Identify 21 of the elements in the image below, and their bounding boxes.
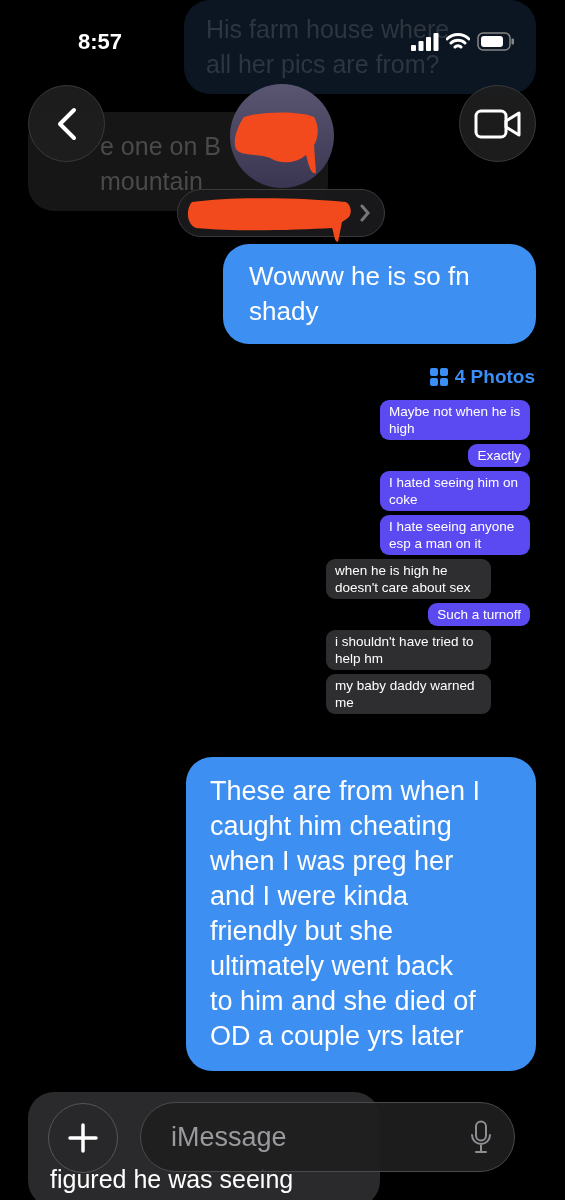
message-bubble: Exactly	[468, 444, 530, 467]
photos-link[interactable]: 4 Photos	[454, 366, 535, 388]
message-bubble: Wowww he is so fn shady	[223, 244, 536, 344]
message-input-field[interactable]: iMessage	[140, 1102, 515, 1172]
message-bubble: my baby daddy warned me	[326, 674, 491, 714]
message-bubble: These are from when I caught him cheating when I was preg her and I were kinda friendly but she ultimately went back to him and she died of OD a couple yrs later	[186, 757, 536, 1071]
grid-icon	[429, 368, 448, 386]
back-icon	[55, 106, 78, 141]
message-bubble: Such a turnoff	[428, 603, 530, 626]
video-camera-icon	[473, 108, 522, 139]
message-bubble: I hated seeing him on coke	[380, 471, 530, 511]
chevron-right-icon	[360, 204, 370, 222]
plus-icon	[68, 1123, 98, 1153]
microphone-icon[interactable]	[470, 1120, 492, 1154]
message-bubble: i shouldn't have tried to help hm	[326, 630, 491, 670]
message-bubble: I hate seeing anyone esp a man on it	[380, 515, 530, 555]
message-bubble: when he is high he doesn't care about sex	[326, 559, 491, 599]
message-bubble: Maybe not when he is high	[380, 400, 530, 440]
status-time: 8:57	[78, 29, 123, 55]
battery-icon	[477, 32, 515, 51]
wifi-icon	[446, 32, 470, 51]
